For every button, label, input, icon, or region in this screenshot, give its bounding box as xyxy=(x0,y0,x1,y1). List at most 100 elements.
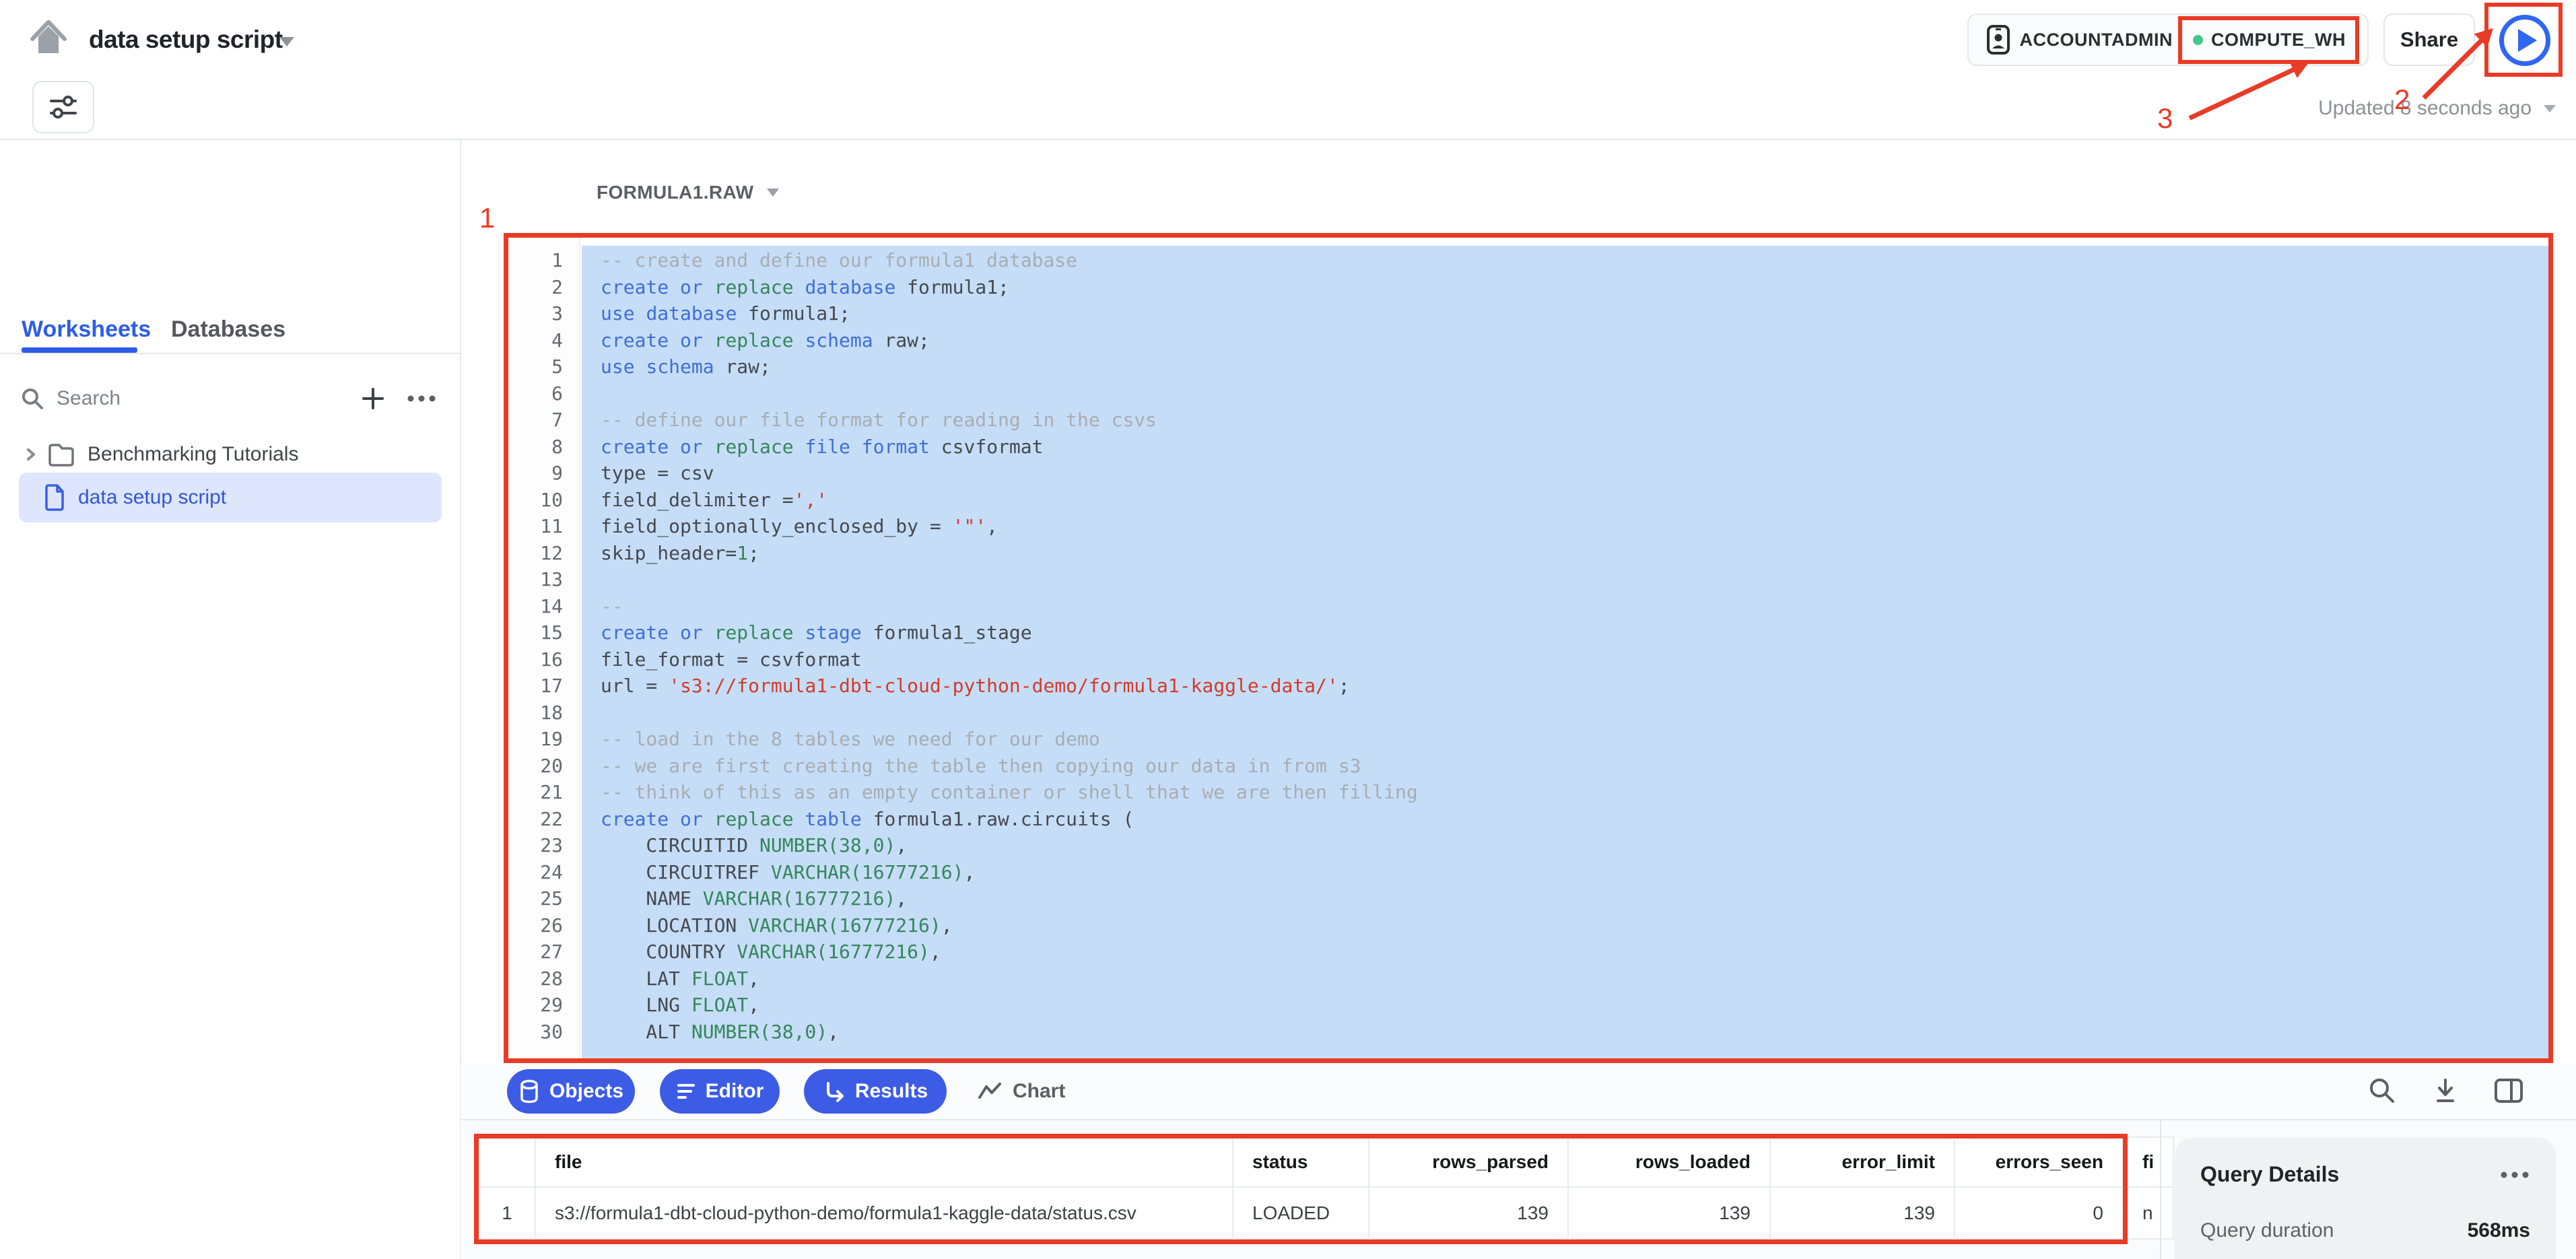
annotation-label-1: 1 xyxy=(479,202,495,234)
download-results-button[interactable] xyxy=(2427,1072,2464,1110)
line-number: 7 xyxy=(508,407,579,434)
line-number: 14 xyxy=(508,593,579,620)
sidebar-item-folder[interactable]: Benchmarking Tutorials xyxy=(0,435,460,474)
line-number: 4 xyxy=(508,327,579,354)
worksheet-title-caret-icon[interactable] xyxy=(279,37,294,46)
filters-button[interactable] xyxy=(32,81,94,133)
column-header-rows-loaded[interactable]: rows_loaded xyxy=(1568,1137,1770,1187)
line-number: 28 xyxy=(508,965,579,992)
code-line: -- load in the 8 tables we need for our … xyxy=(582,726,2548,753)
line-number: 22 xyxy=(508,806,579,833)
code-line: use schema raw; xyxy=(582,353,2548,380)
line-number: 30 xyxy=(508,1019,579,1046)
active-tab-underline xyxy=(22,347,137,353)
split-view-button[interactable] xyxy=(2490,1072,2528,1110)
tab-worksheets[interactable]: Worksheets xyxy=(22,316,151,343)
search-results-button[interactable] xyxy=(2363,1072,2401,1110)
editor-button-label: Editor xyxy=(706,1080,764,1103)
code-lines: -- create and define our formula1 databa… xyxy=(582,247,2548,1045)
line-number: 19 xyxy=(508,726,579,753)
code-line: field_optionally_enclosed_by = '"', xyxy=(582,513,2548,540)
line-number: 23 xyxy=(508,832,579,859)
line-number: 16 xyxy=(508,646,579,673)
chevron-right-icon xyxy=(24,445,38,464)
results-table[interactable]: file status rows_parsed rows_loaded erro… xyxy=(478,1136,2174,1239)
new-worksheet-button[interactable] xyxy=(357,382,389,415)
context-pill[interactable]: ACCOUNTADMIN COMPUTE_WH xyxy=(1967,13,2369,66)
code-line: create or replace table formula1.raw.cir… xyxy=(582,806,2548,833)
code-line: LAT FLOAT, xyxy=(582,965,2548,992)
code-line: -- think of this as an empty container o… xyxy=(582,779,2548,806)
code-line xyxy=(582,566,2548,593)
split-view-icon xyxy=(2493,1077,2524,1104)
query-details-card: Query Details Query duration 568ms xyxy=(2175,1138,2556,1259)
snowsight-worksheet-app: data setup script ACCOUNTADMIN COMPUTE_W… xyxy=(0,0,2576,1259)
search-input[interactable] xyxy=(57,387,279,410)
person-badge-icon xyxy=(1986,24,2010,55)
column-header-status[interactable]: status xyxy=(1233,1137,1369,1187)
line-number: 8 xyxy=(508,434,579,461)
row-number-cell: 1 xyxy=(479,1187,535,1239)
sidebar: Worksheets Databases xyxy=(0,140,460,1259)
file-cell: s3://formula1-dbt-cloud-python-demo/form… xyxy=(535,1187,1233,1239)
worksheet-title: data setup script xyxy=(89,26,283,54)
code-line: type = csv xyxy=(582,460,2548,487)
chart-line-icon xyxy=(978,1081,1002,1101)
code-area[interactable]: -- create and define our formula1 databa… xyxy=(582,238,2548,1058)
code-line: create or replace database formula1; xyxy=(582,274,2548,301)
code-line: -- xyxy=(582,593,2548,620)
home-icon xyxy=(28,16,69,57)
home-button[interactable] xyxy=(27,15,70,58)
warehouse-selector[interactable]: COMPUTE_WH xyxy=(2189,30,2350,50)
line-number: 6 xyxy=(508,380,579,407)
code-line: ALT NUMBER(38,0), xyxy=(582,1019,2548,1046)
column-header-errors-seen[interactable]: errors_seen xyxy=(1955,1137,2123,1187)
code-line: -- we are first creating the table then … xyxy=(582,753,2548,780)
sql-editor[interactable]: 1234567891011121314151617181920212223242… xyxy=(504,233,2553,1063)
sidebar-item-worksheet-selected[interactable]: data setup script xyxy=(19,473,442,522)
query-details-more-icon[interactable] xyxy=(2499,1171,2530,1179)
code-line: CIRCUITID NUMBER(38,0), xyxy=(582,832,2548,859)
results-header-row: file status rows_parsed rows_loaded erro… xyxy=(479,1137,2173,1187)
results-row[interactable]: 1 s3://formula1-dbt-cloud-python-demo/fo… xyxy=(479,1187,2173,1239)
code-line: create or replace schema raw; xyxy=(582,327,2548,354)
results-divider xyxy=(2160,1120,2161,1259)
objects-button-label: Objects xyxy=(549,1080,623,1103)
sidebar-more-button[interactable] xyxy=(403,382,440,415)
results-actions xyxy=(2363,1072,2528,1110)
line-number: 27 xyxy=(508,939,579,965)
folder-label: Benchmarking Tutorials xyxy=(88,443,298,466)
role-selector[interactable]: ACCOUNTADMIN xyxy=(1986,24,2173,55)
line-number: 10 xyxy=(508,487,579,514)
rows-parsed-cell: 139 xyxy=(1369,1187,1568,1239)
run-button-wrap xyxy=(2499,15,2550,66)
code-line: url = 's3://formula1-dbt-cloud-python-de… xyxy=(582,673,2548,700)
database-schema-selector[interactable]: FORMULA1.RAW xyxy=(597,182,779,203)
column-header-rows-parsed[interactable]: rows_parsed xyxy=(1369,1137,1568,1187)
results-button[interactable]: Results xyxy=(804,1069,947,1114)
line-number: 15 xyxy=(508,619,579,646)
results-panel: file status rows_parsed rows_loaded erro… xyxy=(461,1120,2576,1259)
annotation-label-3: 3 xyxy=(2157,102,2173,135)
line-number: 26 xyxy=(508,912,579,939)
updated-timestamp: Updated 8 seconds ago xyxy=(2318,97,2532,120)
tab-databases[interactable]: Databases xyxy=(171,316,285,343)
tab-divider xyxy=(0,353,460,354)
editor-button[interactable]: Editor xyxy=(660,1069,780,1114)
column-header-error-limit[interactable]: error_limit xyxy=(1770,1137,1955,1187)
objects-button[interactable]: Objects xyxy=(507,1069,635,1114)
column-header-clipped[interactable]: fi xyxy=(2123,1137,2173,1187)
code-line xyxy=(582,380,2548,407)
line-number: 18 xyxy=(508,700,579,726)
updated-caret-icon[interactable] xyxy=(2544,105,2556,112)
query-duration-label: Query duration xyxy=(2200,1219,2334,1242)
line-number: 20 xyxy=(508,753,579,780)
line-number: 3 xyxy=(508,300,579,327)
column-header-file[interactable]: file xyxy=(535,1137,1233,1187)
chart-toggle[interactable]: Chart xyxy=(978,1069,1065,1114)
rows-loaded-cell: 139 xyxy=(1568,1187,1770,1239)
code-line: -- define our file format for reading in… xyxy=(582,407,2548,434)
column-header-rownum[interactable] xyxy=(479,1137,535,1187)
query-details-title: Query Details xyxy=(2200,1162,2339,1187)
code-line: NAME VARCHAR(16777216), xyxy=(582,885,2548,912)
